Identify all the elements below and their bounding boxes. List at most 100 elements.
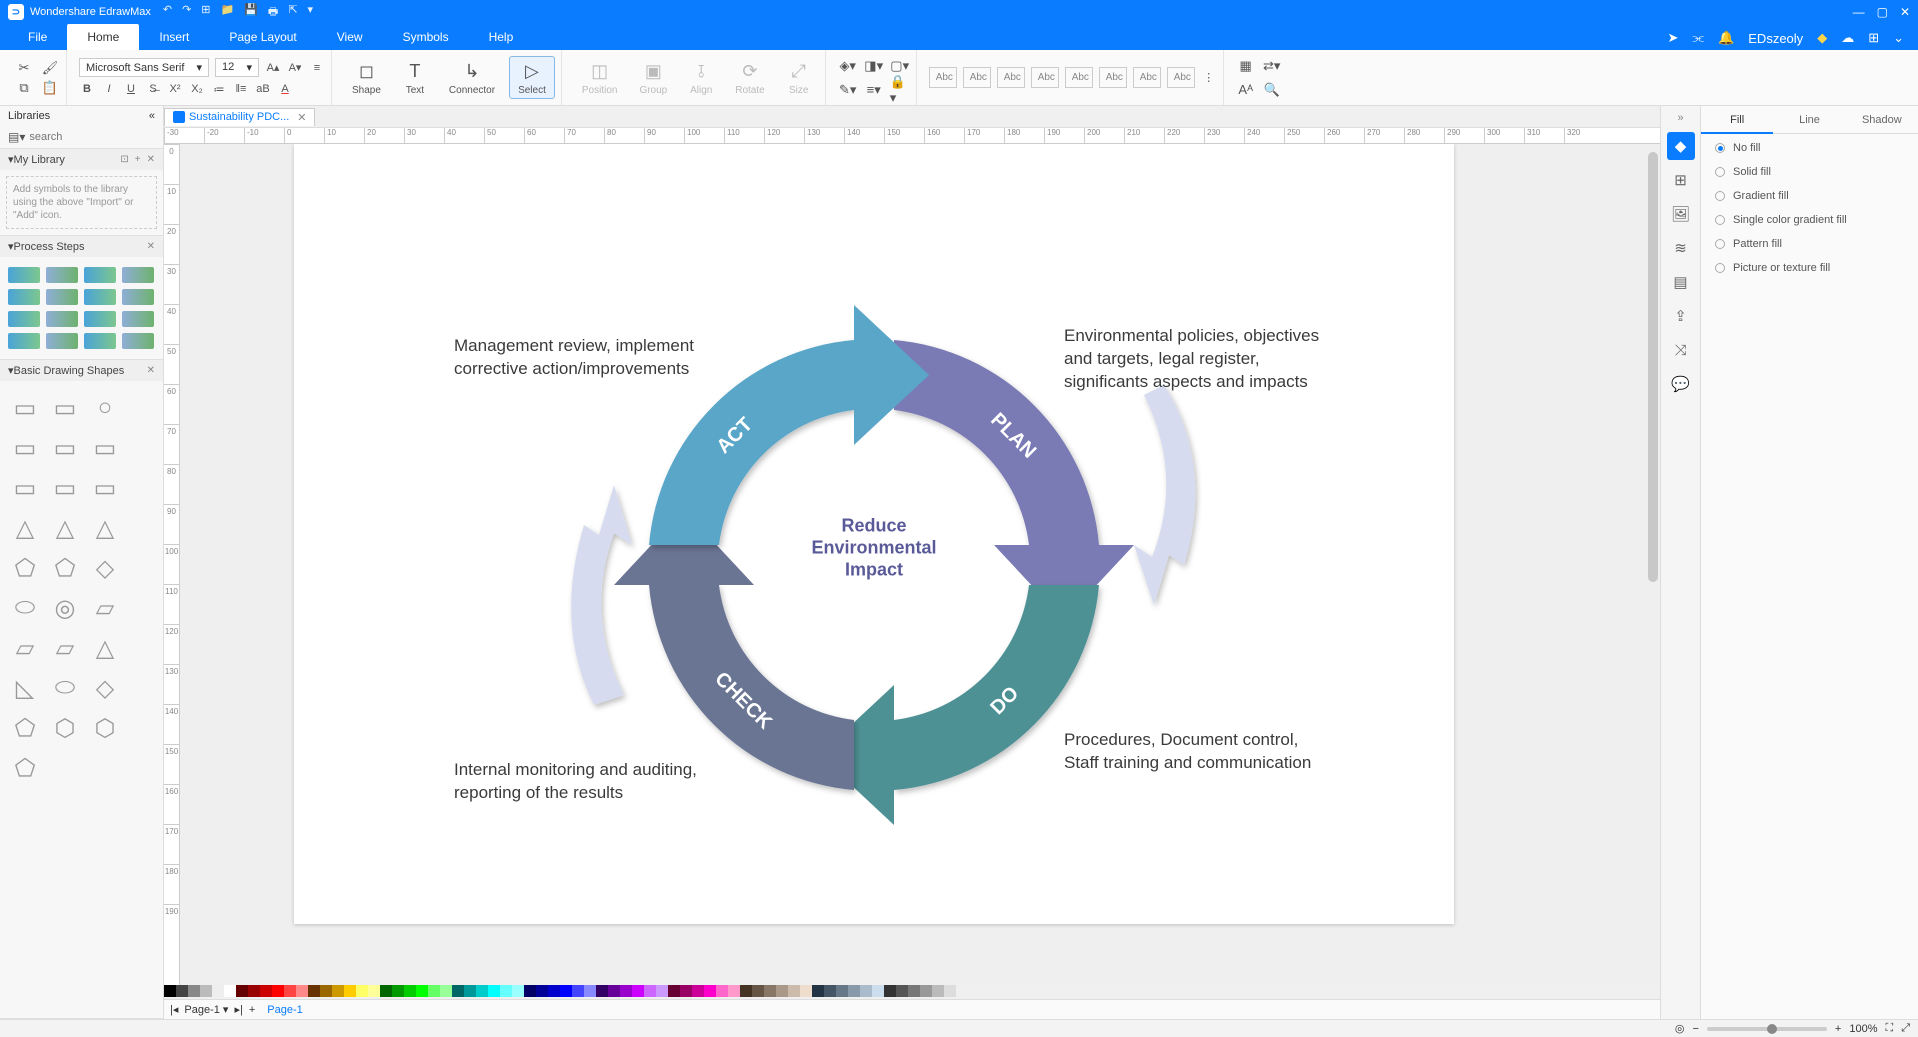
grid-icon[interactable]: ⊞ bbox=[1868, 30, 1879, 46]
lib-close-icon[interactable]: ✕ bbox=[147, 154, 155, 165]
color-swatch[interactable] bbox=[548, 985, 560, 997]
color-swatch[interactable] bbox=[296, 985, 308, 997]
color-swatch[interactable] bbox=[464, 985, 476, 997]
mylibrary-label[interactable]: My Library bbox=[14, 154, 65, 166]
zoom-slider[interactable] bbox=[1707, 1027, 1827, 1031]
radio-single-gradient-fill[interactable]: Single color gradient fill bbox=[1715, 214, 1904, 226]
basic-shape[interactable]: ◺ bbox=[8, 671, 42, 705]
increase-font-icon[interactable]: A▴ bbox=[265, 60, 281, 76]
style-7[interactable]: Abc bbox=[1133, 67, 1161, 88]
color-swatch[interactable] bbox=[860, 985, 872, 997]
color-swatch[interactable] bbox=[572, 985, 584, 997]
style-8[interactable]: Abc bbox=[1167, 67, 1195, 88]
color-swatch[interactable] bbox=[428, 985, 440, 997]
cut-icon[interactable]: ✂ bbox=[14, 58, 34, 78]
connector-button[interactable]: ↳Connector bbox=[441, 57, 503, 98]
radio-picture-fill[interactable]: Picture or texture fill bbox=[1715, 262, 1904, 274]
process-shape[interactable] bbox=[46, 267, 78, 283]
tab-line[interactable]: Line bbox=[1773, 106, 1845, 134]
color-swatch[interactable] bbox=[320, 985, 332, 997]
document-tab[interactable]: Sustainability PDC... ✕ bbox=[164, 108, 315, 126]
align-button[interactable]: ⫱Align bbox=[681, 57, 721, 98]
basic-shape[interactable]: △ bbox=[88, 511, 122, 545]
radio-solid-fill[interactable]: Solid fill bbox=[1715, 166, 1904, 178]
guides-icon[interactable]: ⇄▾ bbox=[1262, 56, 1282, 76]
shape-button[interactable]: ◻Shape bbox=[344, 57, 389, 98]
color-swatch[interactable] bbox=[368, 985, 380, 997]
color-swatch[interactable] bbox=[164, 985, 176, 997]
menu-pagelayout[interactable]: Page Layout bbox=[209, 24, 316, 50]
color-swatch[interactable] bbox=[452, 985, 464, 997]
basic-shape[interactable]: ▱ bbox=[8, 631, 42, 665]
zoom-value[interactable]: 100% bbox=[1849, 1023, 1877, 1035]
spacing-icon[interactable]: ‖≡ bbox=[233, 81, 249, 97]
process-shape[interactable] bbox=[8, 289, 40, 305]
color-swatch[interactable] bbox=[920, 985, 932, 997]
page-tab[interactable]: Page-1 bbox=[261, 1004, 308, 1016]
basic-shape[interactable]: ⬠ bbox=[8, 711, 42, 745]
basic-shape[interactable]: ◇ bbox=[88, 671, 122, 705]
cloud-icon[interactable]: ☁ bbox=[1841, 30, 1854, 46]
save-icon[interactable]: 💾 bbox=[244, 3, 258, 22]
copy-icon[interactable]: ⧉ bbox=[14, 78, 34, 98]
search-input[interactable] bbox=[29, 131, 171, 143]
color-swatch[interactable] bbox=[908, 985, 920, 997]
import-icon[interactable]: ⊡ bbox=[120, 154, 128, 165]
color-swatch[interactable] bbox=[332, 985, 344, 997]
color-swatch[interactable] bbox=[896, 985, 908, 997]
basic-shape[interactable]: ▭ bbox=[48, 471, 82, 505]
menu-insert[interactable]: Insert bbox=[139, 24, 209, 50]
superscript-icon[interactable]: X² bbox=[167, 81, 183, 97]
color-swatch[interactable] bbox=[848, 985, 860, 997]
style-1[interactable]: Abc bbox=[929, 67, 957, 88]
color-swatch[interactable] bbox=[716, 985, 728, 997]
maximize-icon[interactable]: ▢ bbox=[1877, 5, 1888, 19]
color-swatch[interactable] bbox=[800, 985, 812, 997]
undo-icon[interactable]: ↶ bbox=[163, 3, 172, 22]
color-swatch[interactable] bbox=[704, 985, 716, 997]
color-swatch[interactable] bbox=[236, 985, 248, 997]
select-button[interactable]: ▷Select bbox=[509, 56, 555, 99]
basic-shape[interactable]: ○ bbox=[88, 391, 122, 425]
menu-help[interactable]: Help bbox=[469, 24, 534, 50]
fit-icon[interactable]: ⛶ bbox=[1885, 1022, 1893, 1035]
menu-view[interactable]: View bbox=[317, 24, 383, 50]
font-select[interactable]: Microsoft Sans Serif▾ bbox=[79, 58, 209, 77]
process-shape[interactable] bbox=[122, 333, 154, 349]
basic-shape[interactable]: ⬠ bbox=[48, 551, 82, 585]
color-swatch[interactable] bbox=[512, 985, 524, 997]
color-swatch[interactable] bbox=[524, 985, 536, 997]
menu-symbols[interactable]: Symbols bbox=[383, 24, 469, 50]
comment-icon[interactable]: 💬 bbox=[1667, 370, 1695, 398]
page-props-icon[interactable]: ▤ bbox=[1667, 268, 1695, 296]
style-4[interactable]: Abc bbox=[1031, 67, 1059, 88]
position-button[interactable]: ◫Position bbox=[574, 57, 626, 98]
shadow-icon[interactable]: ◨▾ bbox=[864, 56, 884, 76]
color-swatch[interactable] bbox=[476, 985, 488, 997]
color-swatch[interactable] bbox=[308, 985, 320, 997]
process-shape[interactable] bbox=[84, 267, 116, 283]
zoom-in-icon[interactable]: + bbox=[1835, 1023, 1841, 1035]
style-5[interactable]: Abc bbox=[1065, 67, 1093, 88]
basic-shape[interactable]: △ bbox=[8, 511, 42, 545]
new-icon[interactable]: ⊞ bbox=[201, 3, 210, 22]
style-more-icon[interactable]: ⋮ bbox=[1201, 70, 1217, 86]
color-swatch[interactable] bbox=[620, 985, 632, 997]
pdca-diagram[interactable]: PLAN DO CHECK ACT Reduce Environmental I… bbox=[484, 285, 1264, 845]
basic-shape[interactable]: ▭ bbox=[8, 431, 42, 465]
open-icon[interactable]: 📁 bbox=[221, 3, 235, 22]
color-swatch[interactable] bbox=[944, 985, 956, 997]
target-icon[interactable]: ◎ bbox=[1675, 1022, 1685, 1035]
color-swatch[interactable] bbox=[392, 985, 404, 997]
page[interactable]: PLAN DO CHECK ACT Reduce Environmental I… bbox=[294, 144, 1454, 924]
color-swatch[interactable] bbox=[416, 985, 428, 997]
align-icon[interactable]: ≡ bbox=[309, 60, 325, 76]
line-style-icon[interactable]: ≡▾ bbox=[864, 80, 884, 100]
basic-shape[interactable]: ⬠ bbox=[8, 751, 42, 785]
basic-shape[interactable]: ⬭ bbox=[8, 591, 42, 625]
color-swatch[interactable] bbox=[272, 985, 284, 997]
process-shape[interactable] bbox=[46, 333, 78, 349]
radio-gradient-fill[interactable]: Gradient fill bbox=[1715, 190, 1904, 202]
color-swatch[interactable] bbox=[692, 985, 704, 997]
color-swatch[interactable] bbox=[728, 985, 740, 997]
